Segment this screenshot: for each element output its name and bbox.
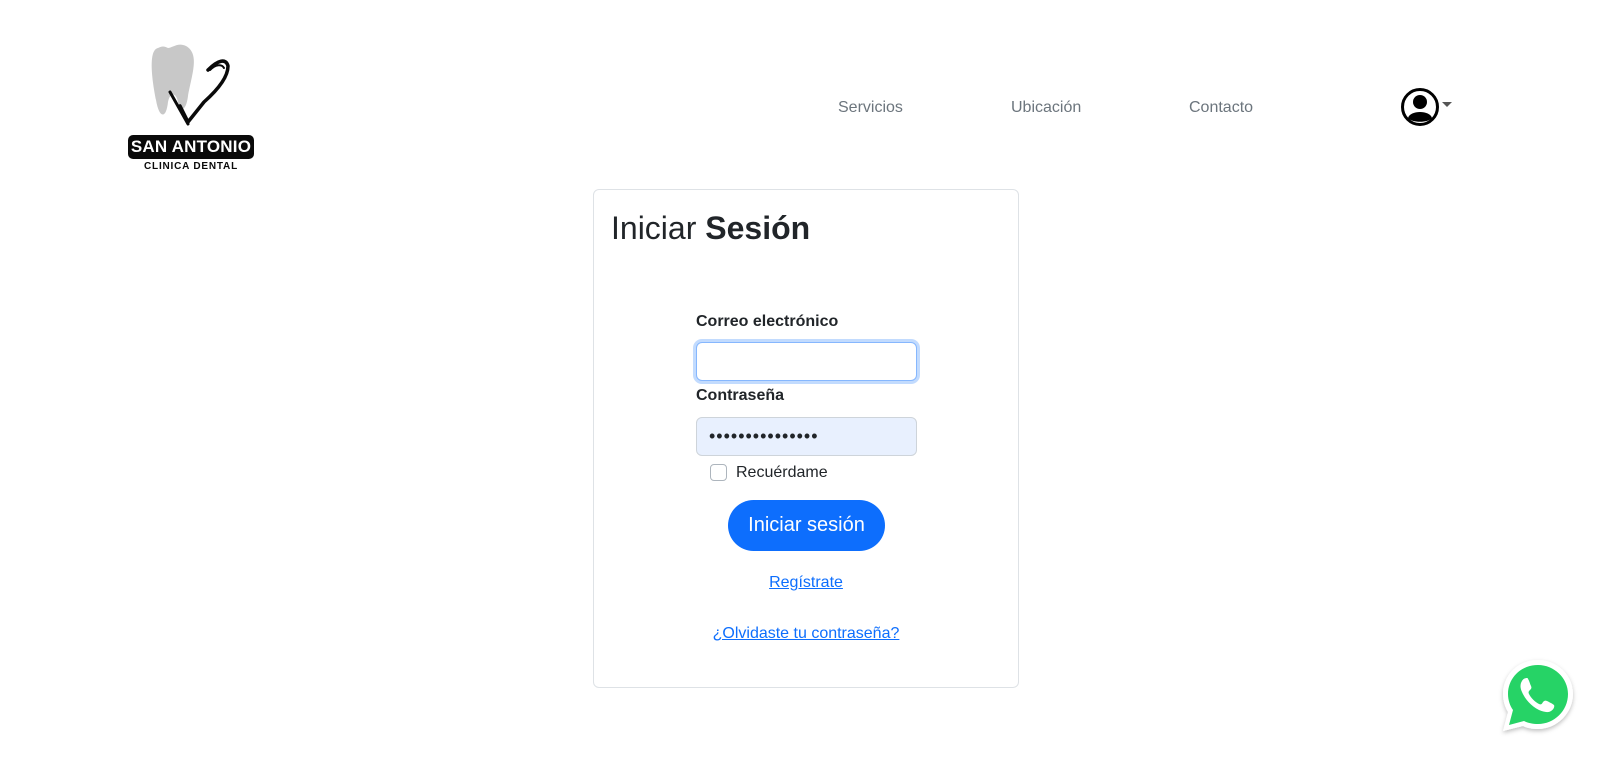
register-link[interactable]: Regístrate bbox=[594, 573, 1018, 593]
title-regular: Iniciar bbox=[611, 210, 697, 246]
register-link-text[interactable]: Regístrate bbox=[769, 574, 843, 591]
email-label: Correo electrónico bbox=[696, 313, 839, 330]
clinic-logo[interactable]: SAN ANTONIO CLINICA DENTAL bbox=[126, 40, 256, 174]
remember-checkbox[interactable] bbox=[710, 464, 727, 481]
remember-label[interactable]: Recuérdame bbox=[736, 463, 828, 483]
whatsapp-button[interactable] bbox=[1496, 654, 1580, 738]
nav-contacto[interactable]: Contacto bbox=[1189, 98, 1253, 118]
title-bold: Sesión bbox=[705, 210, 811, 246]
nav-servicios[interactable]: Servicios bbox=[838, 98, 903, 118]
tooth-icon bbox=[151, 44, 230, 126]
user-menu-dropdown[interactable] bbox=[1400, 87, 1456, 129]
forgot-password-link[interactable]: ¿Olvidaste tu contraseña? bbox=[594, 624, 1018, 644]
nav-ubicacion[interactable]: Ubicación bbox=[1011, 98, 1081, 118]
whatsapp-icon bbox=[1503, 660, 1573, 731]
login-card: Iniciar Sesión Correo electrónico Contra… bbox=[593, 189, 1019, 688]
email-field[interactable] bbox=[696, 342, 917, 381]
logo-subtitle: CLINICA DENTAL bbox=[144, 161, 238, 172]
user-circle-icon bbox=[1401, 88, 1439, 126]
chevron-down-icon bbox=[1442, 102, 1452, 107]
password-label: Contraseña bbox=[696, 387, 785, 404]
forgot-password-text[interactable]: ¿Olvidaste tu contraseña? bbox=[713, 625, 900, 642]
page-title: Iniciar Sesión bbox=[611, 208, 810, 248]
logo-title: SAN ANTONIO bbox=[128, 135, 254, 159]
login-button[interactable]: Iniciar sesión bbox=[728, 500, 885, 551]
password-field[interactable] bbox=[696, 417, 917, 456]
